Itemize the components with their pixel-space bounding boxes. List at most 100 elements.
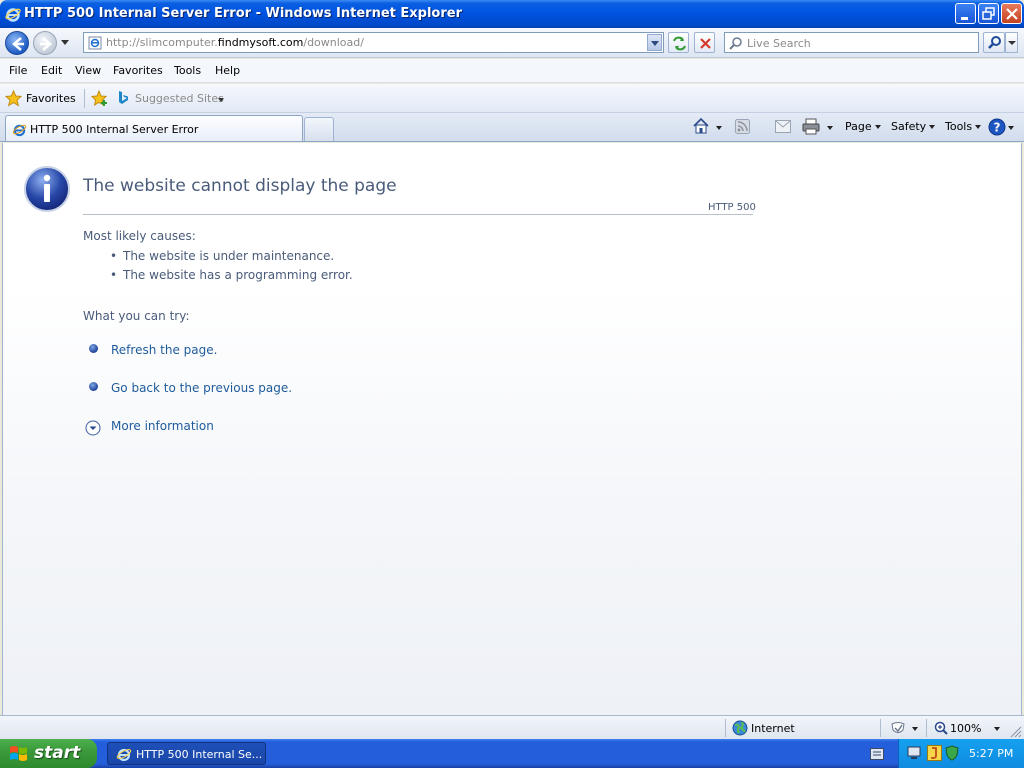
start-button[interactable]: start (0, 739, 97, 768)
menu-help[interactable]: Help (215, 64, 240, 77)
svg-text:?: ? (994, 121, 1001, 135)
ie-taskbar-icon (116, 748, 132, 762)
restore-button[interactable] (978, 3, 999, 24)
search-button[interactable] (983, 32, 1005, 53)
security-zone-label[interactable]: Internet (751, 722, 795, 735)
protected-mode-icon[interactable] (890, 721, 906, 736)
window-title: HTTP 500 Internal Server Error - Windows… (24, 6, 462, 21)
search-input[interactable]: Live Search (724, 32, 979, 53)
action-bullet-icon (89, 344, 98, 353)
help-dropdown-icon[interactable] (1008, 126, 1014, 130)
menu-view[interactable]: View (75, 64, 101, 77)
magnifier-icon (988, 36, 1001, 49)
status-bar: Internet 100% (0, 715, 1024, 739)
causes-title: Most likely causes: (83, 229, 196, 243)
page-menu-arrow-icon (874, 125, 881, 129)
close-button[interactable] (1001, 3, 1022, 24)
title-bar: HTTP 500 Internal Server Error - Windows… (0, 0, 1024, 28)
menu-favorites[interactable]: Favorites (113, 64, 163, 77)
tools-menu-button[interactable]: Tools (945, 120, 982, 133)
cause-item: The website has a programming error. (123, 268, 353, 282)
zoom-icon (934, 721, 948, 735)
home-icon[interactable] (692, 117, 710, 135)
close-icon (1006, 8, 1018, 20)
refresh-page-link[interactable]: Refresh the page. (111, 343, 217, 357)
error-heading: The website cannot display the page (83, 176, 397, 196)
page-content: The website cannot display the page HTTP… (2, 143, 1022, 715)
more-information-link[interactable]: More information (111, 419, 214, 433)
start-label: start (34, 743, 81, 763)
favorites-divider (84, 89, 85, 108)
print-icon[interactable] (802, 118, 820, 135)
search-icon (729, 37, 742, 50)
http-status-code: HTTP 500 (708, 202, 756, 213)
forward-button[interactable] (33, 31, 57, 55)
suggested-sites-button[interactable]: Suggested Sites (116, 90, 226, 108)
resize-grip-icon[interactable] (1010, 726, 1022, 738)
suggested-sites-dropdown-icon (218, 98, 224, 102)
expand-chevron-icon[interactable] (85, 420, 101, 436)
ie-page-icon (12, 124, 27, 137)
menu-tools[interactable]: Tools (174, 64, 201, 77)
minimize-button[interactable] (955, 3, 976, 24)
favorites-label: Favorites (26, 92, 76, 105)
java-icon[interactable] (927, 745, 942, 761)
stop-x-icon (700, 38, 711, 49)
stop-button[interactable] (694, 32, 715, 53)
zoom-level[interactable]: 100% (950, 722, 981, 735)
network-icon[interactable] (907, 746, 921, 760)
tab-label: HTTP 500 Internal Server Error (30, 123, 199, 136)
system-tray: 5:27 PM (898, 739, 1024, 768)
read-mail-icon[interactable] (775, 120, 791, 133)
search-options-dropdown[interactable] (1005, 32, 1018, 53)
address-dropdown-button[interactable] (647, 34, 662, 51)
taskbar-ie-label: HTTP 500 Internal Se... (136, 748, 263, 761)
status-divider (880, 719, 881, 737)
tab-row: HTTP 500 Internal Server Error Page Safe… (0, 113, 1024, 142)
recent-pages-dropdown[interactable] (61, 40, 69, 45)
page-menu-button[interactable]: Page (845, 120, 881, 133)
back-button[interactable] (5, 31, 29, 55)
cause-item: The website is under maintenance. (123, 249, 335, 263)
status-divider (725, 719, 726, 737)
try-title: What you can try: (83, 309, 190, 323)
refresh-icon (673, 36, 686, 51)
star-icon (5, 90, 22, 107)
restore-icon (982, 7, 995, 20)
home-dropdown-icon[interactable] (716, 126, 722, 130)
safety-menu-button[interactable]: Safety (891, 120, 936, 133)
heading-divider (83, 214, 753, 215)
info-icon (24, 166, 70, 212)
cause-bullet: • (110, 249, 118, 263)
protected-mode-dropdown-icon[interactable] (912, 727, 918, 731)
windows-flag-icon (10, 746, 27, 761)
new-tab-button[interactable] (304, 117, 334, 141)
go-back-link[interactable]: Go back to the previous page. (111, 381, 292, 395)
taskbar: start HTTP 500 Internal Se... 5:27 PM (0, 739, 1024, 768)
favorites-button[interactable]: Favorites (5, 90, 79, 108)
tab-http-500[interactable]: HTTP 500 Internal Server Error (5, 115, 303, 141)
page-icon (88, 36, 102, 50)
menu-edit[interactable]: Edit (41, 64, 62, 77)
clock[interactable]: 5:27 PM (969, 747, 1013, 760)
internet-globe-icon (732, 720, 748, 736)
cause-bullet: • (110, 268, 118, 282)
tools-menu-arrow-icon (975, 125, 982, 129)
shield-tray-icon[interactable] (945, 745, 959, 761)
menu-bar: File Edit View Favorites Tools Help (0, 59, 1024, 83)
refresh-button[interactable] (668, 32, 689, 53)
add-to-favorites-icon[interactable] (91, 90, 109, 107)
bing-icon (119, 91, 128, 104)
print-dropdown-icon[interactable] (827, 126, 833, 130)
zoom-dropdown-icon[interactable] (994, 727, 1000, 731)
page-menu-label: Page (845, 120, 872, 133)
menu-file[interactable]: File (9, 64, 27, 77)
action-bullet-icon (89, 382, 98, 391)
address-bar[interactable]: http://slimcomputer.findmysoft.com/downl… (83, 32, 664, 53)
url-text: http://slimcomputer.findmysoft.com/downl… (106, 36, 364, 49)
help-icon[interactable]: ? (988, 118, 1006, 136)
keyboard-icon[interactable] (870, 748, 884, 760)
minimize-icon (961, 17, 968, 20)
feeds-icon[interactable] (735, 119, 750, 134)
taskbar-ie-window-button[interactable]: HTTP 500 Internal Se... (107, 742, 266, 765)
